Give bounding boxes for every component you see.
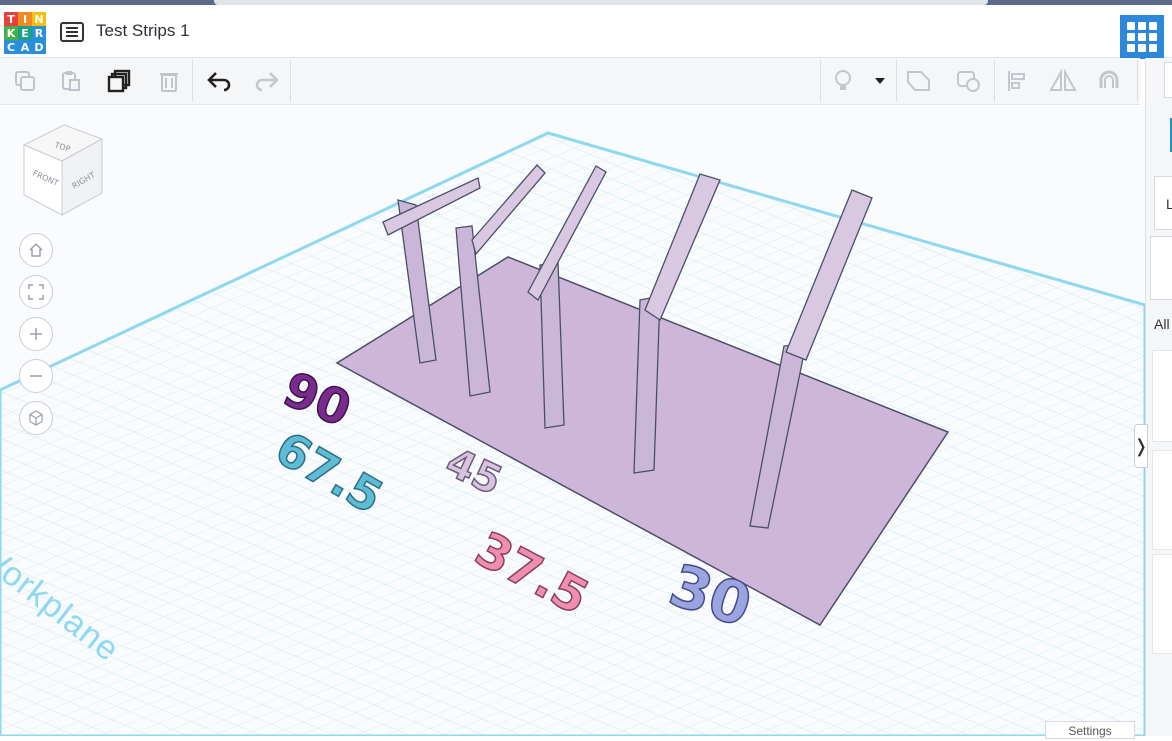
cruise-button[interactable] [1094,66,1124,96]
app-header: TINKERCAD Test Strips 1 [0,5,1172,59]
chevron-right-icon: ❭ [1133,435,1149,456]
redo-button[interactable] [252,66,282,96]
shape-tile[interactable] [1152,554,1172,654]
align-icon [1008,71,1025,91]
toolbar-separator [994,60,995,102]
duplicate-button[interactable] [104,66,134,96]
logo-letter: T [4,12,18,26]
zoom-out-icon [30,375,42,377]
magnet-icon [1099,70,1119,88]
logo-letter: N [32,12,46,26]
redo-icon [255,72,279,92]
edit-toolbar [0,58,1140,105]
trash-icon [160,73,178,92]
view-cube[interactable]: TOP FRONT RIGHT [22,123,106,222]
apps-grid-button[interactable] [1120,15,1164,59]
fit-view-button[interactable] [19,275,53,309]
zoom-in-button[interactable] [19,317,53,351]
toolbar-separator [192,60,193,102]
zoom-in-icon [30,328,42,340]
logo-letter: I [18,12,32,26]
toolbar-separator [820,60,821,102]
zoom-out-button[interactable] [19,359,53,393]
ungroup-icon [957,71,980,92]
logo-letter: D [32,40,46,54]
panel-collapse-button[interactable]: ❭ [1133,424,1149,468]
home-icon [29,242,43,257]
duplicate-icon [107,69,131,93]
caret-down-icon [875,78,885,84]
panel-dropdown[interactable] [1164,62,1172,98]
light-dropdown[interactable] [866,66,894,96]
mirror-icon [1049,69,1077,91]
toolbar-separator [1137,60,1138,102]
panel-nav-box[interactable] [1150,236,1172,300]
logo-letter: C [4,40,18,54]
perspective-button[interactable] [19,401,53,435]
panel-label-all: All [1154,316,1170,332]
toolbar-separator [290,60,291,102]
design-list-button[interactable] [60,22,84,42]
perspective-icon [29,410,43,426]
delete-button[interactable] [154,66,184,96]
mirror-button[interactable] [1048,66,1078,96]
undo-icon [207,72,231,92]
align-button[interactable] [1002,66,1032,96]
undo-button[interactable] [204,66,234,96]
light-button[interactable] [828,66,858,96]
logo-letter: E [18,26,32,40]
ungroup-button[interactable] [954,66,984,96]
logo-letter: K [4,26,18,40]
shape-tile[interactable] [1152,450,1172,550]
design-title[interactable]: Test Strips 1 [96,21,190,41]
toolbar-separator [896,60,897,102]
workplane-scene[interactable]: 90 67.5 45 37.5 30 [0,106,1147,738]
fit-icon [28,284,44,300]
shape-icon [907,71,930,91]
shapes-panel: L All [1145,58,1172,736]
home-view-button[interactable] [19,233,53,267]
logo-letter: R [32,26,46,40]
paste-icon [62,71,80,91]
tinkercad-logo[interactable]: TINKERCAD [4,12,46,54]
copy-button[interactable] [10,66,40,96]
bulb-icon [835,70,851,90]
settings-button[interactable]: Settings [1045,721,1135,739]
panel-label-l: L [1166,196,1172,212]
group-button[interactable] [904,66,934,96]
logo-letter: A [18,40,32,54]
workplane-canvas[interactable]: 90 67.5 45 37.5 30 Workplane [0,106,1147,738]
shape-tile[interactable] [1152,350,1172,442]
paste-button[interactable] [56,66,86,96]
copy-icon [15,71,35,91]
